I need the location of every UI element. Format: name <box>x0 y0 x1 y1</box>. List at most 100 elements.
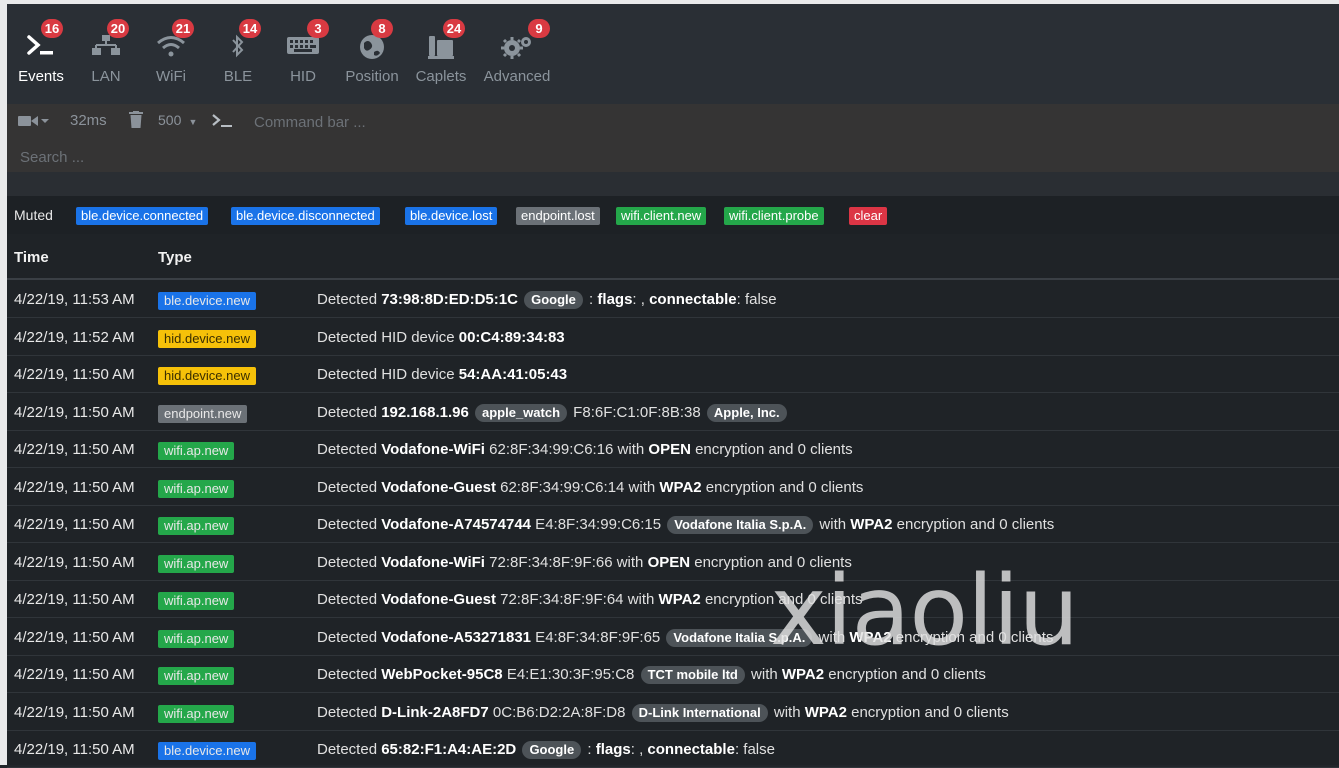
muted-tag-wifi-client-probe[interactable]: wifi.client.probe <box>724 207 824 225</box>
refresh-interval[interactable]: 32ms <box>70 112 107 129</box>
table-row[interactable]: 4/22/19, 11:50 AM wifi.ap.new Detected D-L… <box>7 693 1339 731</box>
message-text: encryption and 0 clients <box>824 666 986 683</box>
nav-label-advanced: Advanced <box>483 68 551 85</box>
cell-message: Detected Vodafone-A74574744 E4:8F:34:99:… <box>317 516 1054 534</box>
event-type-badge[interactable]: wifi.ap.new <box>158 667 235 685</box>
toolbar: 32ms 500 ▼ <box>7 104 1339 172</box>
message-strong: 54:AA:41:05:43 <box>458 366 568 383</box>
message-text: : <box>584 291 598 308</box>
table-row[interactable]: 4/22/19, 11:50 AM wifi.ap.new Detected Web… <box>7 655 1339 693</box>
message-text <box>469 404 473 421</box>
message-text <box>518 291 522 308</box>
nav-tab-caplets[interactable]: 24 Caplets <box>410 16 472 92</box>
position-badge: 8 <box>371 19 393 38</box>
event-type-badge[interactable]: wifi.ap.new <box>158 592 235 610</box>
table-row[interactable]: 4/22/19, 11:50 AM wifi.ap.new Detected Vod… <box>7 543 1339 581</box>
advanced-badge: 9 <box>528 19 550 38</box>
column-header-type[interactable]: Type <box>158 249 192 266</box>
clear-muted-button[interactable]: clear <box>849 207 888 225</box>
message-text: Detected <box>317 516 382 533</box>
table-row[interactable]: 4/22/19, 11:50 AM wifi.ap.new Detected Vod… <box>7 618 1339 656</box>
message-text: 0C:B6:D2:2A:8F:D8 <box>488 703 630 721</box>
table-row[interactable]: 4/22/19, 11:50 AM wifi.ap.new Detected Vod… <box>7 468 1339 506</box>
table-row[interactable]: 4/22/19, 11:50 AM ble.device.new Detected … <box>7 730 1339 768</box>
nav-tab-events[interactable]: 16 Events <box>11 16 71 92</box>
bluetooth-icon: 14 <box>214 16 262 60</box>
nav-label-position: Position <box>345 68 399 85</box>
message-text: Detected <box>317 403 382 421</box>
limit-dropdown[interactable]: 500 ▼ <box>158 112 197 129</box>
keyboard-icon: 3 <box>281 16 329 60</box>
table-row[interactable]: 4/22/19, 11:53 AM ble.device.new Detected … <box>7 280 1339 318</box>
events-table: Time Type 4/22/19, 11:53 AM ble.device.ne… <box>7 234 1339 768</box>
event-type-badge[interactable]: wifi.ap.new <box>158 704 235 723</box>
video-camera-icon <box>18 116 49 126</box>
message-strong: flags <box>597 291 633 308</box>
table-row[interactable]: 4/22/19, 11:50 AM endpoint.new Detected 19… <box>7 393 1339 431</box>
message-strong: 65:82:F1:A4:AE:2D <box>381 741 517 758</box>
message-text: with <box>815 516 851 533</box>
message-text <box>516 741 520 758</box>
cell-message: Detected 65:82:F1:A4:AE:2D Google : flag… <box>317 741 775 759</box>
muted-tag-ble-device-lost[interactable]: ble.device.lost <box>405 207 498 225</box>
muted-tag-endpoint-lost[interactable]: endpoint.lost <box>516 207 600 225</box>
event-type-badge[interactable]: wifi.ap.new <box>158 479 235 498</box>
hid-badge: 3 <box>307 19 329 38</box>
wifi-icon: 21 <box>146 16 196 60</box>
nav-tab-position[interactable]: 8 Position <box>341 16 403 92</box>
muted-tag-ble-device-connected[interactable]: ble.device.connected <box>76 207 209 225</box>
cell-message: Detected 192.168.1.96 apple_watch F8:6F:… <box>317 403 789 422</box>
message-strong: Vodafone-Guest <box>381 591 496 608</box>
caplets-icon: 24 <box>410 16 472 60</box>
event-type-badge[interactable]: wifi.ap.new <box>158 442 235 460</box>
search-input[interactable] <box>18 145 422 169</box>
message-strong: Vodafone-WiFi <box>381 553 485 571</box>
nav-tab-ble[interactable]: 14 BLE <box>214 16 262 92</box>
gears-icon: 9 <box>479 16 555 60</box>
table-row[interactable]: 4/22/19, 11:50 AM wifi.ap.new Detected Vod… <box>7 505 1339 543</box>
nav-tab-hid[interactable]: 3 HID <box>281 16 329 92</box>
column-header-time[interactable]: Time <box>14 249 49 266</box>
message-strong: WPA2 <box>659 478 702 496</box>
trash-icon[interactable] <box>129 111 143 132</box>
message-text: 62:8F:34:99:C6:16 with <box>484 441 649 458</box>
nav-label-hid: HID <box>290 68 316 85</box>
network-icon: 20 <box>81 16 131 60</box>
command-bar-input[interactable] <box>252 110 656 134</box>
globe-icon: 8 <box>341 16 403 60</box>
message-text: E4:E1:30:3F:95:C8 <box>502 666 639 683</box>
muted-tag-wifi-client-new[interactable]: wifi.client.new <box>616 207 707 225</box>
event-type-badge[interactable]: ble.device.new <box>158 292 256 310</box>
nav-tab-advanced[interactable]: 9 Advanced <box>479 16 555 92</box>
cell-time: 4/22/19, 11:50 AM <box>14 403 135 421</box>
message-text: encryption and 0 clients <box>891 628 1054 646</box>
event-type-badge[interactable]: wifi.ap.new <box>158 629 235 648</box>
message-text: encryption and 0 clients <box>892 516 1055 533</box>
message-strong: D-Link-2A8FD7 <box>381 703 489 721</box>
cell-message: Detected D-Link-2A8FD7 0C:B6:D2:2A:8F:D8… <box>317 703 1009 722</box>
muted-tag-ble-device-disconnected[interactable]: ble.device.disconnected <box>231 207 380 225</box>
nav-tab-lan[interactable]: 20 LAN <box>81 16 131 92</box>
message-text: with <box>769 703 805 721</box>
limit-value: 500 <box>158 112 182 128</box>
message-text: with <box>746 666 782 683</box>
event-type-badge[interactable]: wifi.ap.new <box>158 517 235 535</box>
event-type-badge[interactable]: hid.device.new <box>158 329 256 348</box>
message-text: E4:8F:34:8F:9F:65 <box>531 628 665 646</box>
table-row[interactable]: 4/22/19, 11:50 AM hid.device.new Detected … <box>7 355 1339 393</box>
nav-label-events: Events <box>18 68 64 85</box>
cell-time: 4/22/19, 11:50 AM <box>14 703 135 721</box>
message-strong: WebPocket-95C8 <box>381 666 503 683</box>
event-type-badge[interactable]: ble.device.new <box>158 742 256 760</box>
event-type-badge[interactable]: hid.device.new <box>158 367 256 385</box>
cell-time: 4/22/19, 11:50 AM <box>14 741 135 758</box>
record-dropdown[interactable] <box>18 114 52 132</box>
message-text: F8:6F:C1:0F:8B:38 <box>569 403 705 421</box>
table-row[interactable]: 4/22/19, 11:52 AM hid.device.new Detected … <box>7 318 1339 356</box>
message-text: encryption and 0 clients <box>700 591 863 608</box>
event-type-badge[interactable]: endpoint.new <box>158 404 248 423</box>
table-row[interactable]: 4/22/19, 11:50 AM wifi.ap.new Detected Vod… <box>7 580 1339 618</box>
nav-tab-wifi[interactable]: 21 WiFi <box>146 16 196 92</box>
event-type-badge[interactable]: wifi.ap.new <box>158 554 235 573</box>
table-row[interactable]: 4/22/19, 11:50 AM wifi.ap.new Detected Vod… <box>7 430 1339 468</box>
